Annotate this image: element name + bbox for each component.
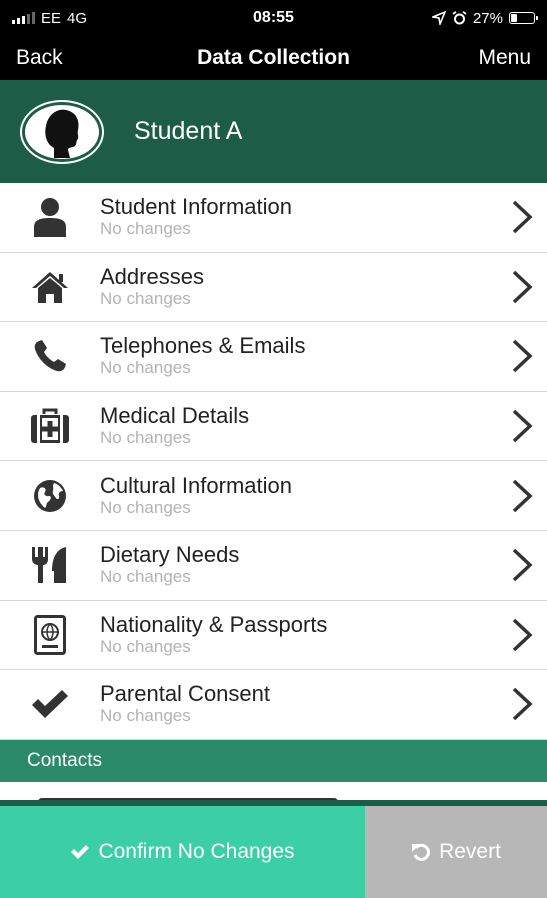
chevron-right-icon <box>497 199 547 235</box>
item-subtitle: No changes <box>100 706 191 726</box>
item-text: Student Information No changes <box>100 195 497 239</box>
item-title: Dietary Needs <box>100 542 240 568</box>
item-title: Medical Details <box>100 403 250 429</box>
revert-label: Revert <box>439 840 501 863</box>
carrier-label: EE <box>41 9 62 27</box>
battery-icon <box>509 12 538 24</box>
chevron-right-icon <box>497 338 547 374</box>
chevron-right-icon <box>497 547 547 583</box>
status-bar: EE 4G 08:55 27% <box>0 0 547 36</box>
confirm-no-changes-button[interactable]: Confirm No Changes <box>0 806 365 898</box>
home-icon <box>0 270 100 304</box>
item-title: Student Information <box>100 194 293 220</box>
list-item-telephones-emails[interactable]: Telephones & Emails No changes <box>0 322 547 392</box>
undo-icon <box>412 843 431 861</box>
item-title: Parental Consent <box>100 681 270 707</box>
student-header: Student A <box>0 80 547 183</box>
chevron-right-icon <box>497 478 547 514</box>
item-subtitle: No changes <box>100 288 191 308</box>
status-right: 27% <box>355 9 538 27</box>
list-item-student-information[interactable]: Student Information No changes <box>0 183 547 253</box>
item-text: Addresses No changes <box>100 263 497 309</box>
contacts-section-header: Contacts <box>0 740 547 782</box>
status-left: EE 4G <box>12 10 192 27</box>
avatar <box>20 99 104 164</box>
status-time: 08:55 <box>253 9 294 26</box>
item-subtitle: No changes <box>100 636 191 656</box>
item-subtitle: No changes <box>100 219 191 239</box>
category-list: Student Information No changes Addresses… <box>0 183 547 740</box>
menu-button[interactable]: Menu <box>421 46 531 70</box>
item-text: Medical Details No changes <box>100 404 497 448</box>
medical-kit-icon <box>0 408 100 444</box>
item-text: Parental Consent No changes <box>100 682 497 726</box>
item-subtitle: No changes <box>100 567 191 587</box>
item-title: Telephones & Emails <box>100 333 306 359</box>
globe-icon <box>0 478 100 514</box>
passport-icon <box>0 614 100 655</box>
person-icon <box>0 197 100 238</box>
item-title: Cultural Information <box>100 472 292 498</box>
list-item-parental-consent[interactable]: Parental Consent No changes <box>0 670 547 740</box>
bottom-action-bar: Confirm No Changes Revert <box>0 806 547 898</box>
battery-fill <box>511 14 517 22</box>
item-title: Addresses <box>100 263 204 289</box>
item-subtitle: No changes <box>100 428 191 448</box>
list-item-addresses[interactable]: Addresses No changes <box>0 252 547 323</box>
nav-bar: Back Data Collection Menu <box>0 36 547 80</box>
student-name: Student A <box>134 117 243 145</box>
chevron-right-icon <box>497 686 547 722</box>
silhouette-icon <box>45 109 79 158</box>
item-text: Nationality & Passports No changes <box>100 611 497 657</box>
location-icon <box>431 11 446 25</box>
confirm-label: Confirm No Changes <box>98 840 295 863</box>
check-icon <box>71 845 90 859</box>
signal-icon <box>12 12 35 24</box>
network-label: 4G <box>67 9 88 27</box>
phone-icon <box>0 339 100 373</box>
checkmark-icon <box>0 689 100 719</box>
item-subtitle: No changes <box>100 497 191 517</box>
page-title: Data Collection <box>197 46 350 69</box>
chevron-right-icon <box>497 269 547 305</box>
list-item-dietary-needs[interactable]: Dietary Needs No changes <box>0 530 547 601</box>
back-button[interactable]: Back <box>16 46 126 70</box>
chevron-right-icon <box>497 617 547 653</box>
item-text: Cultural Information No changes <box>100 472 497 518</box>
alarm-icon <box>452 10 467 24</box>
list-item-nationality-passports[interactable]: Nationality & Passports No changes <box>0 600 547 671</box>
item-subtitle: No changes <box>100 358 191 378</box>
chevron-right-icon <box>497 408 547 444</box>
cutlery-icon <box>0 545 100 585</box>
item-text: Dietary Needs No changes <box>100 543 497 587</box>
item-title: Nationality & Passports <box>100 611 328 637</box>
revert-button[interactable]: Revert <box>365 806 547 898</box>
item-text: Telephones & Emails No changes <box>100 334 497 378</box>
battery-label: 27% <box>472 9 503 27</box>
list-item-cultural-information[interactable]: Cultural Information No changes <box>0 461 547 531</box>
list-item-medical-details[interactable]: Medical Details No changes <box>0 391 547 462</box>
